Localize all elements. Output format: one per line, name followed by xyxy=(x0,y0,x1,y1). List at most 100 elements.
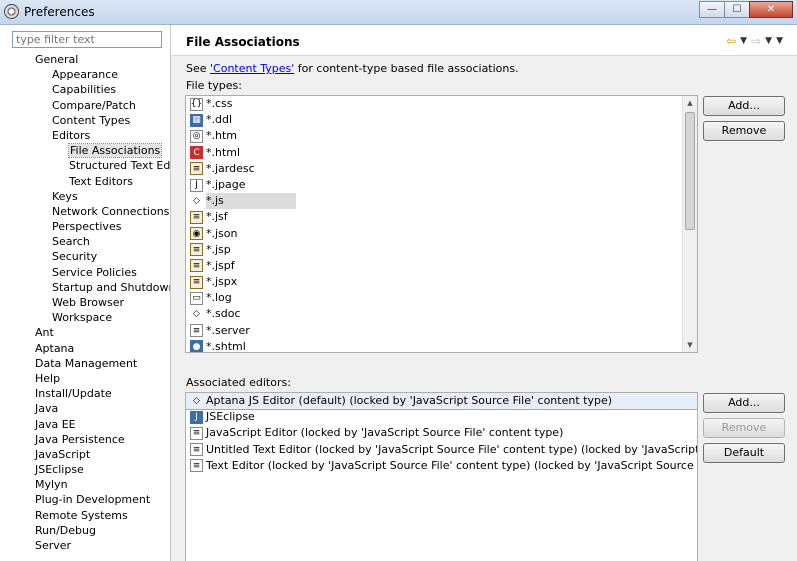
file-type-row[interactable]: ◇ *.js xyxy=(186,193,697,210)
tree-item-label: Help xyxy=(35,371,61,385)
tree-item[interactable]: Text Editors xyxy=(0,174,170,189)
sdoc-file-icon: ◇ xyxy=(193,309,200,320)
tree-item[interactable]: Aptana xyxy=(0,341,170,356)
file-type-row[interactable]: ▭ *.log xyxy=(186,290,697,306)
text-editor-icon: ≡ xyxy=(190,459,203,473)
tree-item[interactable]: Ant xyxy=(0,325,170,340)
tree-item[interactable]: Web Browser xyxy=(0,295,170,310)
tree-item[interactable]: File Associations xyxy=(0,143,170,159)
tree-item[interactable]: Help xyxy=(0,371,170,386)
minimize-button[interactable]: — xyxy=(699,1,725,18)
file-type-row[interactable]: ≡ *.jspf xyxy=(186,258,697,274)
file-type-row[interactable]: ◉ *.json xyxy=(186,226,697,242)
css-file-icon: {} xyxy=(190,97,203,111)
tree-item[interactable]: Remote Systems xyxy=(0,508,170,523)
tree-item-label: Server xyxy=(35,539,72,552)
file-type-name: *.shtml xyxy=(206,339,246,353)
tree-item[interactable]: Mylyn xyxy=(0,477,170,492)
file-type-row[interactable]: ≡ *.jardesc xyxy=(186,161,697,177)
add-editor-button[interactable]: Add... xyxy=(703,393,785,413)
view-menu-icon[interactable]: ▼ xyxy=(776,36,783,48)
file-type-name: *.json xyxy=(206,226,238,240)
window-controls: — ☐ ✕ xyxy=(699,1,793,19)
scroll-thumb[interactable] xyxy=(685,112,695,230)
file-type-name: *.ddl xyxy=(206,113,233,127)
tree-item[interactable]: Java EE xyxy=(0,417,170,432)
content-types-link[interactable]: 'Content Types' xyxy=(210,62,294,75)
file-type-row[interactable]: ≡ *.jsp xyxy=(186,242,697,258)
jpage-file-icon: J xyxy=(190,178,203,192)
file-type-row[interactable]: ≡ *.jsf xyxy=(186,209,697,225)
tree-item[interactable]: Perspectives xyxy=(0,219,170,234)
tree-item[interactable]: Java Persistence xyxy=(0,432,170,447)
tree-item[interactable]: General xyxy=(0,52,170,67)
add-file-type-button[interactable]: Add... xyxy=(703,96,785,116)
tree-item[interactable]: Structured Text Editors xyxy=(0,158,170,173)
editor-row[interactable]: ≡ Text Editor (locked by 'JavaScript Sour… xyxy=(186,458,697,474)
editor-row[interactable]: ≡ JavaScript Editor (locked by 'JavaScrip… xyxy=(186,425,697,441)
tree-item[interactable]: Search xyxy=(0,234,170,249)
maximize-button[interactable]: ☐ xyxy=(724,1,750,18)
close-button[interactable]: ✕ xyxy=(749,1,793,18)
tree-item[interactable]: Service Policies xyxy=(0,265,170,280)
editor-name: Untitled Text Editor (locked by 'JavaScr… xyxy=(206,442,698,456)
close-icon: ✕ xyxy=(766,4,776,15)
forward-arrow-icon[interactable]: ⇨ xyxy=(751,34,761,48)
tree-item[interactable]: Workspace xyxy=(0,310,170,325)
shtml-file-icon: ● xyxy=(190,340,203,352)
file-types-scrollbar[interactable]: ▲ ▼ xyxy=(682,96,697,352)
associated-editors-list[interactable]: ◇ Aptana JS Editor (default) (locked by '… xyxy=(185,392,698,561)
file-type-row[interactable]: ◇ *.sdoc xyxy=(186,306,697,322)
editor-name: Text Editor (locked by 'JavaScript Sourc… xyxy=(206,458,697,472)
file-type-row[interactable]: ▦ *.ddl xyxy=(186,112,697,128)
title-bar: Preferences — ☐ ✕ xyxy=(0,0,797,25)
tree-item-label: Remote Systems xyxy=(35,508,128,522)
tree-item[interactable]: Security xyxy=(0,249,170,264)
file-type-row[interactable]: {} *.css xyxy=(186,96,697,112)
file-type-row[interactable]: ≡ *.server xyxy=(186,323,697,339)
tree-item[interactable]: Server xyxy=(0,538,170,553)
tree-item[interactable]: Network Connections xyxy=(0,204,170,219)
editor-row[interactable]: ≡ Untitled Text Editor (locked by 'JavaSc… xyxy=(186,442,697,458)
default-editor-button[interactable]: Default xyxy=(703,443,785,463)
tree-item[interactable]: Appearance xyxy=(0,67,170,82)
tree-item[interactable]: Editors xyxy=(0,128,170,143)
tree-item[interactable]: Run/Debug xyxy=(0,523,170,538)
tree-item[interactable]: JSEclipse xyxy=(0,462,170,477)
file-type-row[interactable]: ◎ *.htm xyxy=(186,128,697,144)
file-type-row[interactable]: ≡ *.jspx xyxy=(186,274,697,290)
back-arrow-icon[interactable]: ⇦ xyxy=(726,34,736,48)
tree-item[interactable]: Startup and Shutdown xyxy=(0,280,170,295)
file-type-row[interactable]: ● *.shtml xyxy=(186,339,697,353)
editor-row[interactable]: J JSEclipse xyxy=(186,409,697,425)
tree-item[interactable]: Java xyxy=(0,401,170,416)
tree-item-label: Data Management xyxy=(35,356,138,370)
history-nav: ⇦ ▼ ⇨ ▼ ▼ xyxy=(726,34,783,48)
tree-item-label: Text Editors xyxy=(69,174,134,188)
back-dropdown-icon[interactable]: ▼ xyxy=(740,36,747,48)
filter-input[interactable] xyxy=(12,31,162,48)
tree-item[interactable]: Capabilities xyxy=(0,82,170,97)
file-type-name: *.js xyxy=(206,193,296,210)
tree-item[interactable]: Install/Update xyxy=(0,386,170,401)
remove-file-type-button[interactable]: Remove xyxy=(703,121,785,141)
tree-item[interactable]: Compare/Patch xyxy=(0,98,170,113)
scroll-down-icon[interactable]: ▼ xyxy=(683,338,697,352)
tree-item[interactable]: Content Types xyxy=(0,113,170,128)
editor-name: JSEclipse xyxy=(206,410,255,424)
scroll-up-icon[interactable]: ▲ xyxy=(683,96,697,110)
preferences-tree: General Appearance Capabilities Compare/Pat… xyxy=(0,52,170,553)
file-type-row[interactable]: J *.jpage xyxy=(186,177,697,193)
tree-item[interactable]: Keys xyxy=(0,189,170,204)
associated-editors-label: Associated editors: xyxy=(186,376,291,389)
editor-row[interactable]: ◇ Aptana JS Editor (default) (locked by '… xyxy=(186,393,697,411)
tree-item[interactable]: JavaScript xyxy=(0,447,170,462)
remove-editor-button[interactable]: Remove xyxy=(703,418,785,438)
tree-item[interactable]: Plug-in Development xyxy=(0,492,170,507)
forward-dropdown-icon[interactable]: ▼ xyxy=(765,36,772,48)
tree-item[interactable]: Data Management xyxy=(0,356,170,371)
tree-item-label: Service Policies xyxy=(52,265,137,279)
tree-item-label: JavaScript xyxy=(35,447,91,461)
file-types-list[interactable]: {} *.css ▦ *.ddl ◎ *.htm C *.html ≡ *.jardesc J *.j… xyxy=(185,95,698,353)
file-type-row[interactable]: C *.html xyxy=(186,145,697,161)
